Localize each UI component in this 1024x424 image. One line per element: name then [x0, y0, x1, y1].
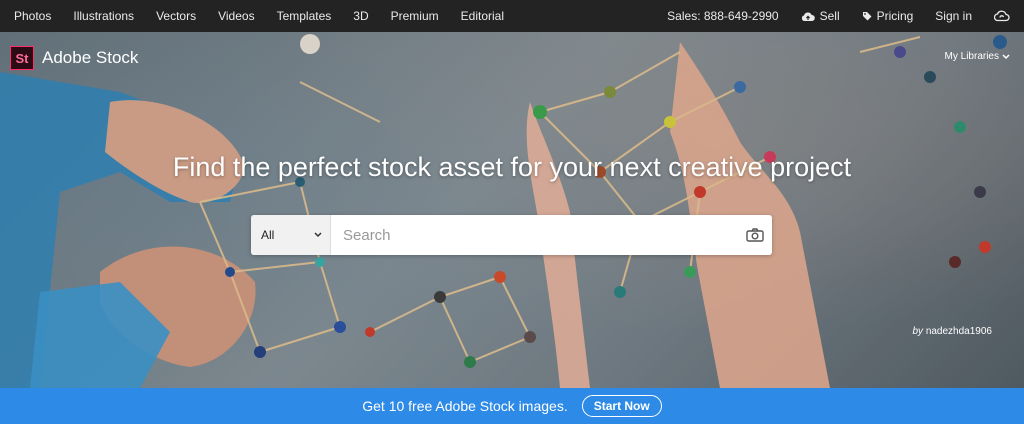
creative-cloud-button[interactable]: [994, 10, 1010, 22]
category-value: All: [261, 228, 275, 242]
adobe-stock-logo: St: [10, 46, 34, 70]
pricing-link[interactable]: Pricing: [862, 9, 914, 23]
brand[interactable]: St Adobe Stock: [10, 46, 138, 70]
tag-icon: [862, 12, 872, 21]
cloud-upload-icon: [801, 11, 815, 21]
my-libraries-label: My Libraries: [944, 51, 999, 62]
top-navigation: Photos Illustrations Vectors Videos Temp…: [0, 0, 1024, 32]
hero-section: St Adobe Stock My Libraries Find the per…: [0, 32, 1024, 388]
sell-link[interactable]: Sell: [801, 9, 840, 23]
nav-templates[interactable]: Templates: [277, 9, 332, 23]
sell-label: Sell: [819, 9, 840, 23]
start-now-button[interactable]: Start Now: [581, 395, 662, 417]
pricing-label: Pricing: [876, 9, 914, 23]
photo-credit[interactable]: by nadezhda1906: [912, 326, 992, 337]
my-libraries-menu[interactable]: My Libraries: [945, 51, 1010, 62]
hero-background-photo: [0, 32, 1024, 388]
chevron-down-icon: [314, 232, 322, 238]
nav-premium[interactable]: Premium: [391, 9, 439, 23]
nav-illustrations[interactable]: Illustrations: [73, 9, 134, 23]
creative-cloud-icon: [994, 10, 1010, 22]
brand-name: Adobe Stock: [42, 48, 139, 67]
credit-author: nadezhda1906: [925, 326, 992, 337]
camera-icon: [746, 228, 764, 242]
nav-vectors[interactable]: Vectors: [156, 9, 196, 23]
credit-prefix: by: [912, 326, 924, 337]
signin-link[interactable]: Sign in: [935, 9, 972, 23]
category-dropdown[interactable]: All: [251, 215, 331, 255]
promo-banner: Get 10 free Adobe Stock images. Start No…: [0, 388, 1024, 424]
nav-3d[interactable]: 3D: [353, 9, 368, 23]
visual-search-button[interactable]: [738, 215, 772, 255]
chevron-down-icon: [1002, 53, 1010, 59]
hero-headline: Find the perfect stock asset for your ne…: [172, 152, 852, 182]
nav-videos[interactable]: Videos: [218, 9, 254, 23]
promo-text: Get 10 free Adobe Stock images.: [362, 398, 568, 414]
account-nav: Sales: 888-649-2990 Sell Pricing Sign in: [645, 9, 1024, 23]
nav-photos[interactable]: Photos: [14, 9, 51, 23]
category-nav: Photos Illustrations Vectors Videos Temp…: [0, 9, 526, 23]
sales-phone: Sales: 888-649-2990: [667, 9, 779, 23]
search-input[interactable]: [331, 217, 738, 253]
search-bar: All: [251, 215, 772, 255]
nav-editorial[interactable]: Editorial: [461, 9, 504, 23]
